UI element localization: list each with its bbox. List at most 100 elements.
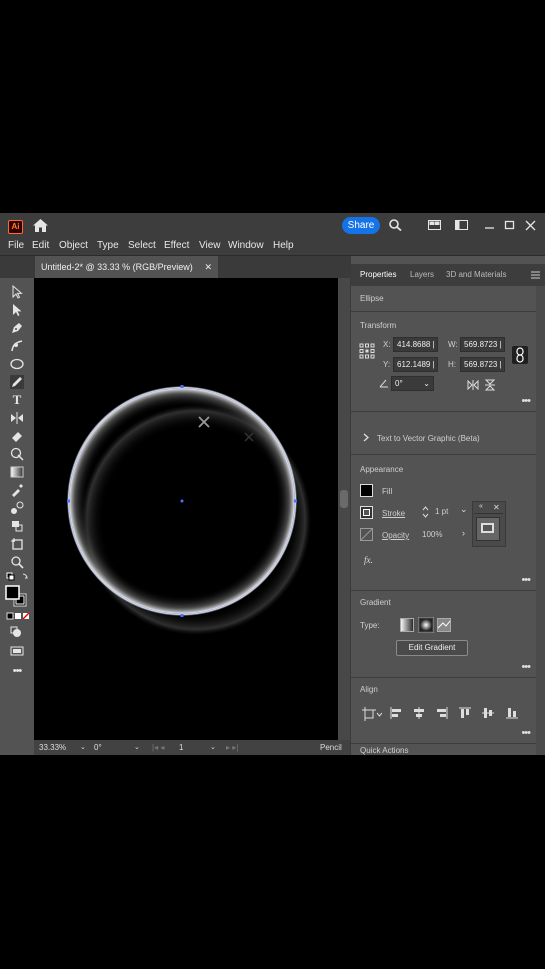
zoom-level[interactable]: 33.33% (39, 743, 66, 752)
scroll-thumb[interactable] (340, 490, 348, 508)
transform-more-icon[interactable]: ••• (521, 395, 531, 407)
align-bottom-icon[interactable] (506, 707, 518, 719)
stroke-weight-dropdown-icon[interactable]: ⌄ (460, 504, 468, 515)
align-vertical-center-icon[interactable] (482, 707, 494, 719)
artboard-nav-first-icon[interactable]: |◂ ◂ (152, 743, 164, 752)
appearance-more-icon[interactable]: ••• (521, 574, 531, 586)
chevron-right-icon[interactable] (363, 433, 370, 442)
stroke-stepper-icon[interactable] (422, 505, 429, 519)
rotate-field[interactable]: 0° ⌄ (391, 376, 434, 391)
freeform-gradient-icon[interactable] (437, 618, 451, 632)
tab-3d-materials[interactable]: 3D and Materials (446, 270, 506, 279)
flip-horizontal-icon[interactable] (467, 380, 479, 390)
close-window-icon[interactable] (524, 219, 537, 231)
fill-stroke-swatch[interactable] (5, 585, 29, 607)
menu-file[interactable]: File (8, 240, 24, 251)
menu-edit[interactable]: Edit (32, 240, 49, 251)
close-document-icon[interactable]: ✕ (204, 256, 212, 278)
gradient-more-icon[interactable]: ••• (521, 661, 531, 673)
panel-menu-icon[interactable] (531, 271, 540, 279)
shape-builder-tool-icon[interactable] (10, 447, 24, 461)
align-more-icon[interactable]: ••• (521, 727, 531, 739)
stroke-weight[interactable]: 1 pt (435, 507, 448, 516)
transparency-popup[interactable]: « ✕ (472, 501, 506, 547)
live-paint-tool-icon[interactable] (10, 519, 24, 533)
align-top-icon[interactable] (459, 707, 471, 719)
linear-gradient-icon[interactable] (400, 618, 414, 632)
y-field[interactable]: 612.1489 | (393, 357, 438, 372)
align-horizontal-center-icon[interactable] (413, 707, 425, 719)
anchor-top[interactable] (180, 385, 184, 388)
artboard-dropdown-icon[interactable]: ⌄ (210, 743, 216, 751)
arrange-documents-icon[interactable] (428, 219, 441, 231)
eraser-tool-icon[interactable] (10, 429, 24, 443)
height-field[interactable]: 569.8723 | (460, 357, 505, 372)
gradient-tool-icon[interactable] (10, 465, 24, 479)
fill-swatch[interactable] (360, 484, 373, 497)
more-tools-icon[interactable]: ••• (10, 664, 24, 678)
menu-effect[interactable]: Effect (164, 240, 189, 251)
minimize-icon[interactable] (483, 219, 496, 231)
align-to-selection-icon[interactable] (362, 707, 382, 721)
tab-properties[interactable]: Properties (360, 270, 396, 279)
opacity-mask-thumbnail[interactable] (476, 517, 500, 541)
direct-selection-tool-icon[interactable] (10, 303, 24, 317)
selection-tool-icon[interactable] (10, 285, 24, 299)
artboard-nav-last-icon[interactable]: ▸ ▸| (226, 743, 238, 752)
flip-vertical-icon[interactable] (485, 379, 495, 391)
curvature-tool-icon[interactable] (10, 339, 24, 353)
draw-mode-icon[interactable] (10, 626, 24, 640)
workspace-icon[interactable] (455, 219, 468, 231)
anchor-right[interactable] (294, 499, 297, 503)
type-tool-icon[interactable]: T (10, 393, 24, 407)
menu-select[interactable]: Select (128, 240, 156, 251)
maximize-icon[interactable] (503, 219, 516, 231)
zoom-dropdown-icon[interactable]: ⌄ (80, 743, 86, 751)
artboard-number[interactable]: 1 (179, 743, 183, 752)
home-icon[interactable] (33, 219, 48, 232)
opacity-swatch[interactable] (360, 528, 373, 541)
edit-gradient-button[interactable]: Edit Gradient (396, 640, 468, 656)
canvas[interactable] (34, 278, 338, 740)
screen-mode-icon[interactable] (10, 644, 24, 658)
zoom-tool-icon[interactable] (10, 555, 24, 569)
canvas-vertical-scrollbar[interactable] (338, 278, 350, 740)
panel-scrollbar[interactable] (536, 286, 545, 755)
ellipse-tool-icon[interactable] (10, 357, 24, 371)
width-field[interactable]: 569.8723 | (460, 337, 505, 352)
menu-object[interactable]: Object (59, 240, 88, 251)
stroke-swatch[interactable] (360, 506, 373, 519)
pencil-tool-icon[interactable] (10, 375, 24, 389)
stroke-label[interactable]: Stroke (382, 509, 405, 518)
document-tab[interactable]: Untitled-2* @ 33.33 % (RGB/Preview) ✕ (35, 256, 218, 278)
rotation-value[interactable]: 0° (94, 743, 102, 752)
radial-gradient-icon[interactable] (418, 617, 434, 633)
pen-tool-icon[interactable] (10, 321, 24, 335)
rotation-dropdown-icon[interactable]: ⌄ (134, 743, 140, 751)
eyedropper-tool-icon[interactable] (10, 483, 24, 497)
reflect-tool-icon[interactable] (10, 411, 24, 425)
tab-layers[interactable]: Layers (410, 270, 434, 279)
x-field[interactable]: 414.8688 | (393, 337, 438, 352)
popup-collapse-icon[interactable]: « (479, 503, 483, 510)
popup-close-icon[interactable]: ✕ (493, 503, 500, 512)
share-button[interactable]: Share (342, 217, 380, 234)
text-to-vector-label[interactable]: Text to Vector Graphic (Beta) (377, 434, 480, 443)
opacity-value[interactable]: 100% (422, 530, 442, 539)
anchor-left[interactable] (67, 499, 70, 503)
reference-point-icon[interactable] (359, 343, 375, 359)
menu-type[interactable]: Type (97, 240, 119, 251)
menu-window[interactable]: Window (228, 240, 264, 251)
color-mode-icons[interactable] (6, 612, 30, 620)
constrain-proportions-icon[interactable] (512, 346, 528, 364)
search-icon[interactable] (389, 219, 402, 231)
menu-help[interactable]: Help (273, 240, 294, 251)
opacity-flyout-icon[interactable]: › (462, 528, 465, 538)
menu-view[interactable]: View (199, 240, 221, 251)
blend-tool-icon[interactable] (10, 501, 24, 515)
align-right-icon[interactable] (436, 707, 448, 719)
fx-icon[interactable]: fx. (364, 555, 373, 565)
anchor-bottom[interactable] (180, 614, 184, 617)
default-swap-colors-icon[interactable] (6, 572, 30, 582)
opacity-label[interactable]: Opacity (382, 531, 409, 540)
